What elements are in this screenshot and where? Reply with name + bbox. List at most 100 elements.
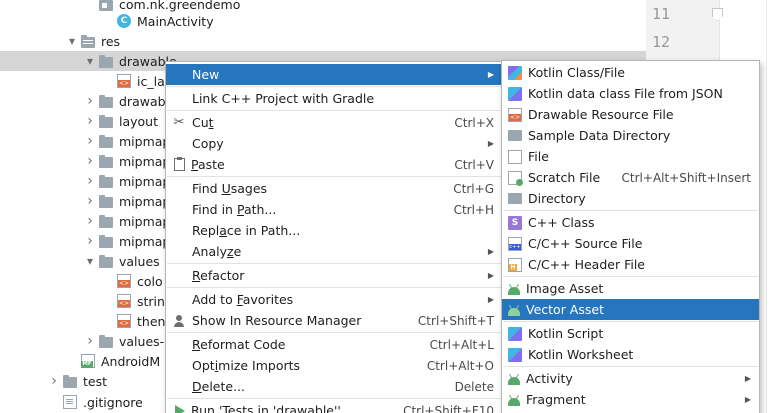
menu-item-fragment[interactable]: Fragment ▶ — [502, 389, 759, 410]
tree-row-label: values — [119, 253, 160, 269]
chevron-right-icon[interactable]: › — [84, 331, 96, 351]
menu-item-image-asset[interactable]: Image Asset — [502, 278, 759, 299]
menu-separator — [503, 366, 758, 367]
chevron-right-icon[interactable]: › — [84, 191, 96, 211]
menu-item-cut[interactable]: Cut Ctrl+X — [166, 112, 502, 133]
chevron-right-icon[interactable]: › — [84, 111, 96, 131]
editor-scrollbar[interactable] — [766, 0, 776, 413]
line-number: 12 — [652, 33, 671, 51]
menu-item-find-usages[interactable]: Find Usages Ctrl+G — [166, 178, 502, 199]
clipboard-icon — [174, 157, 185, 171]
menu-item-c-class[interactable]: S C++ Class — [502, 212, 759, 233]
submenu-arrow-icon: ▶ — [487, 295, 495, 304]
menu-item-replace-in-path[interactable]: Replace in Path... — [166, 220, 502, 241]
cpp-source-icon — [508, 236, 522, 251]
chevron-right-icon[interactable]: › — [84, 91, 96, 111]
menu-item-label: Kotlin Class/File — [528, 65, 625, 80]
chevron-right-icon[interactable]: › — [48, 371, 60, 391]
menu-item-show-in-resource-manager[interactable]: Show In Resource Manager Ctrl+Shift+T — [166, 310, 502, 331]
menu-item-refactor[interactable]: Refactor ▶ — [166, 265, 502, 286]
menu-item-kotlin-worksheet[interactable]: Kotlin Worksheet — [502, 344, 759, 365]
menu-item-label: Find Usages — [192, 181, 268, 196]
gitignore-file-icon — [63, 395, 77, 409]
menu-item-c-c-source-file[interactable]: C/C++ Source File — [502, 233, 759, 254]
cpp-class-icon: S — [508, 215, 522, 230]
tree-row-label: MainActivity — [137, 13, 214, 29]
resource-manager-icon — [172, 314, 186, 328]
menu-item-drawable-resource-file[interactable]: Drawable Resource File — [502, 104, 759, 125]
chevron-down-icon[interactable]: ▾ — [84, 251, 96, 271]
menu-icon-slot — [172, 359, 186, 373]
menu-item-label: File — [528, 149, 549, 164]
menu-item-c-c-header-file[interactable]: C/C++ Header File — [502, 254, 759, 275]
menu-item-kotlin-data-class-file-from-json[interactable]: Kotlin data class File from JSON — [502, 83, 759, 104]
tree-row-label: ic_la — [137, 73, 165, 89]
menu-item-label: Delete... — [192, 379, 246, 394]
menu-item-optimize-imports[interactable]: Optimize Imports Ctrl+Alt+O — [166, 355, 502, 376]
tree-row[interactable]: ▾ res — [0, 31, 646, 51]
menu-item-label: Refactor — [192, 268, 245, 283]
menu-item-label: New — [192, 67, 220, 82]
menu-item-copy[interactable]: Copy ▶ — [166, 133, 502, 154]
chevron-right-icon[interactable]: › — [84, 151, 96, 171]
folder-icon — [99, 334, 113, 348]
chevron-down-icon[interactable]: ▾ — [66, 31, 78, 51]
menu-item-kotlin-script[interactable]: Kotlin Script — [502, 323, 759, 344]
file-icon — [508, 149, 522, 164]
menu-item-directory[interactable]: Directory — [502, 188, 759, 209]
menu-item-sample-data-directory[interactable]: Sample Data Directory — [502, 125, 759, 146]
chevron-right-icon[interactable]: › — [84, 171, 96, 191]
menu-item-new[interactable]: New ▶ — [166, 64, 502, 85]
menu-item-run-tests-in-drawable[interactable]: Run 'Tests in 'drawable'' Ctrl+Shift+F10 — [166, 400, 502, 413]
menu-item-label: Kotlin Script — [528, 326, 604, 341]
folder-icon — [508, 130, 522, 141]
menu-item-vector-asset[interactable]: Vector Asset — [502, 299, 759, 320]
menu-item-analyze[interactable]: Analyze ▶ — [166, 241, 502, 262]
tree-row-label: mipmap — [119, 133, 171, 149]
scissors-icon — [172, 116, 186, 130]
menu-item-label: Link C++ Project with Gradle — [192, 91, 375, 106]
menu-item-find-in-path[interactable]: Find in Path... Ctrl+H — [166, 199, 502, 220]
new-submenu: Kotlin Class/File Kotlin data class File … — [501, 60, 760, 413]
tree-row[interactable]: C MainActivity — [0, 11, 646, 31]
menu-item-link-c-project-with-gradle[interactable]: Link C++ Project with Gradle — [166, 88, 502, 109]
kotlin-json-icon — [508, 326, 522, 341]
xml-file-icon — [117, 294, 131, 308]
menu-item-activity[interactable]: Activity ▶ — [502, 368, 759, 389]
menu-item-label: Kotlin Worksheet — [528, 347, 634, 362]
menu-icon-slot — [172, 92, 186, 106]
menu-item-label: Paste — [191, 157, 225, 172]
chevron-right-icon[interactable]: › — [84, 211, 96, 231]
tree-row-label: then — [137, 313, 166, 329]
menu-item-delete[interactable]: Delete... Delete — [166, 376, 502, 397]
tree-row-label: mipmap — [119, 213, 171, 229]
chevron-down-icon[interactable]: ▾ — [84, 51, 96, 71]
menu-item-paste[interactable]: Paste Ctrl+V — [166, 154, 502, 175]
menu-item-label: Drawable Resource File — [528, 107, 674, 122]
folder-icon — [99, 134, 113, 148]
menu-item-file[interactable]: File — [502, 146, 759, 167]
menu-item-scratch-file[interactable]: Scratch File Ctrl+Alt+Shift+Insert — [502, 167, 759, 188]
menu-item-shortcut: Ctrl+X — [454, 115, 494, 130]
manifest-file-icon — [81, 354, 95, 368]
scratch-file-icon — [508, 170, 523, 186]
menu-item-label: Replace in Path... — [192, 223, 301, 238]
submenu-arrow-icon: ▶ — [487, 271, 495, 280]
menu-item-kotlin-class-file[interactable]: Kotlin Class/File — [502, 62, 759, 83]
tree-row-label: com.nk.greendemo — [119, 0, 241, 12]
cpp-header-icon — [508, 257, 522, 272]
chevron-right-icon[interactable]: › — [84, 131, 96, 151]
package-icon — [99, 0, 113, 11]
menu-item-label: Scratch File — [528, 170, 601, 185]
tree-row-label: test — [83, 373, 108, 389]
menu-item-label: Cut — [192, 115, 214, 130]
menu-separator — [503, 276, 758, 277]
menu-item-reformat-code[interactable]: Reformat Code Ctrl+Alt+L — [166, 334, 502, 355]
android-icon — [508, 286, 520, 295]
submenu-arrow-icon: ▶ — [487, 247, 495, 256]
menu-item-add-to-favorites[interactable]: Add to Favorites ▶ — [166, 289, 502, 310]
chevron-right-icon[interactable]: › — [84, 231, 96, 251]
